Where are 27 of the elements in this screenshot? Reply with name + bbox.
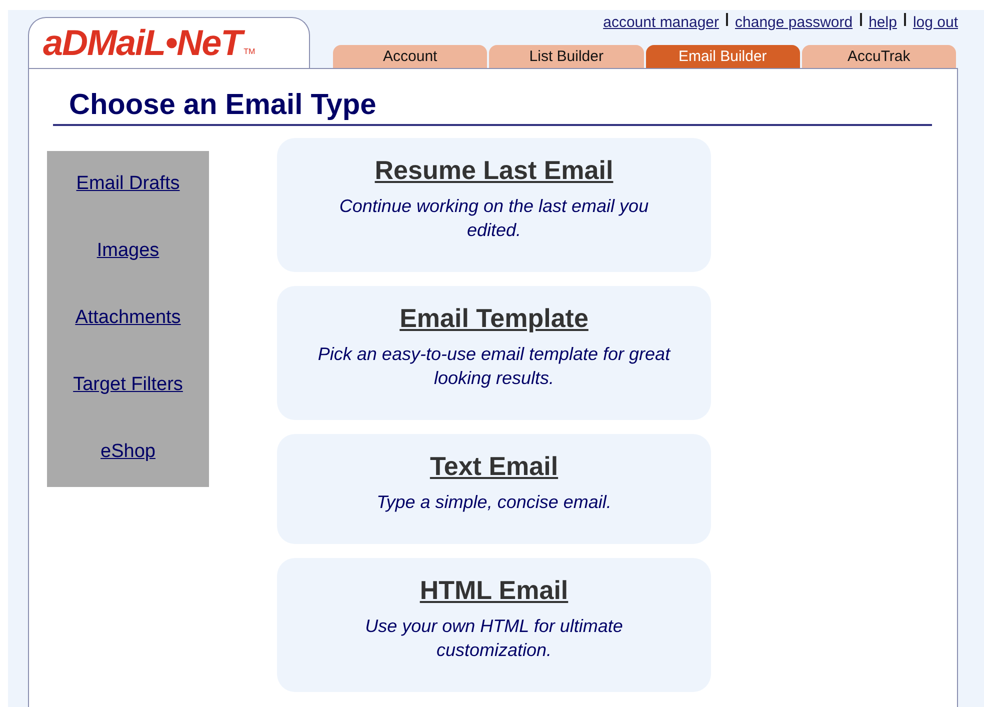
- nav-tab[interactable]: Email Builder: [646, 45, 800, 68]
- top-link[interactable]: account manager: [603, 14, 720, 30]
- sidebar-link[interactable]: eShop: [100, 439, 156, 464]
- page-heading: Choose an Email Type: [69, 89, 376, 122]
- sidebar-link[interactable]: Images: [96, 238, 160, 263]
- option-card[interactable]: Email Template Pick an easy-to-use email template for great looking results.: [277, 286, 711, 420]
- option-card[interactable]: Resume Last Email Continue working on the last email you edited.: [277, 138, 711, 272]
- option-description: Type a simple, concise email.: [376, 491, 612, 514]
- option-title-link[interactable]: Resume Last Email: [374, 155, 614, 186]
- sidebar-link[interactable]: Target Filters: [73, 372, 183, 397]
- option-description: Use your own HTML for ultimate customization.: [364, 615, 624, 662]
- option-title-link[interactable]: Email Template: [400, 303, 588, 334]
- nav-tab[interactable]: List Builder: [489, 45, 644, 68]
- top-link[interactable]: change password: [735, 14, 853, 30]
- option-description: Pick an easy-to-use email template for great looking results.: [317, 343, 671, 390]
- top-link[interactable]: log out: [912, 14, 958, 30]
- option-card[interactable]: HTML Email Use your own HTML for ultimate customization.: [277, 558, 711, 692]
- option-description: Continue working on the last email you edited.: [338, 195, 650, 242]
- option-title-link[interactable]: Text Email: [430, 451, 558, 482]
- nav-tab[interactable]: Account: [333, 45, 488, 68]
- nav-tab[interactable]: AccuTrak: [802, 45, 956, 68]
- top-link[interactable]: help: [868, 14, 897, 30]
- trademark-mark: TM: [244, 47, 256, 56]
- sidebar-link[interactable]: Email Drafts: [76, 171, 180, 196]
- option-card[interactable]: Text Email Type a simple, concise email.: [277, 434, 711, 544]
- option-title-link[interactable]: HTML Email: [420, 575, 568, 606]
- sidebar-link[interactable]: Attachments: [75, 305, 181, 330]
